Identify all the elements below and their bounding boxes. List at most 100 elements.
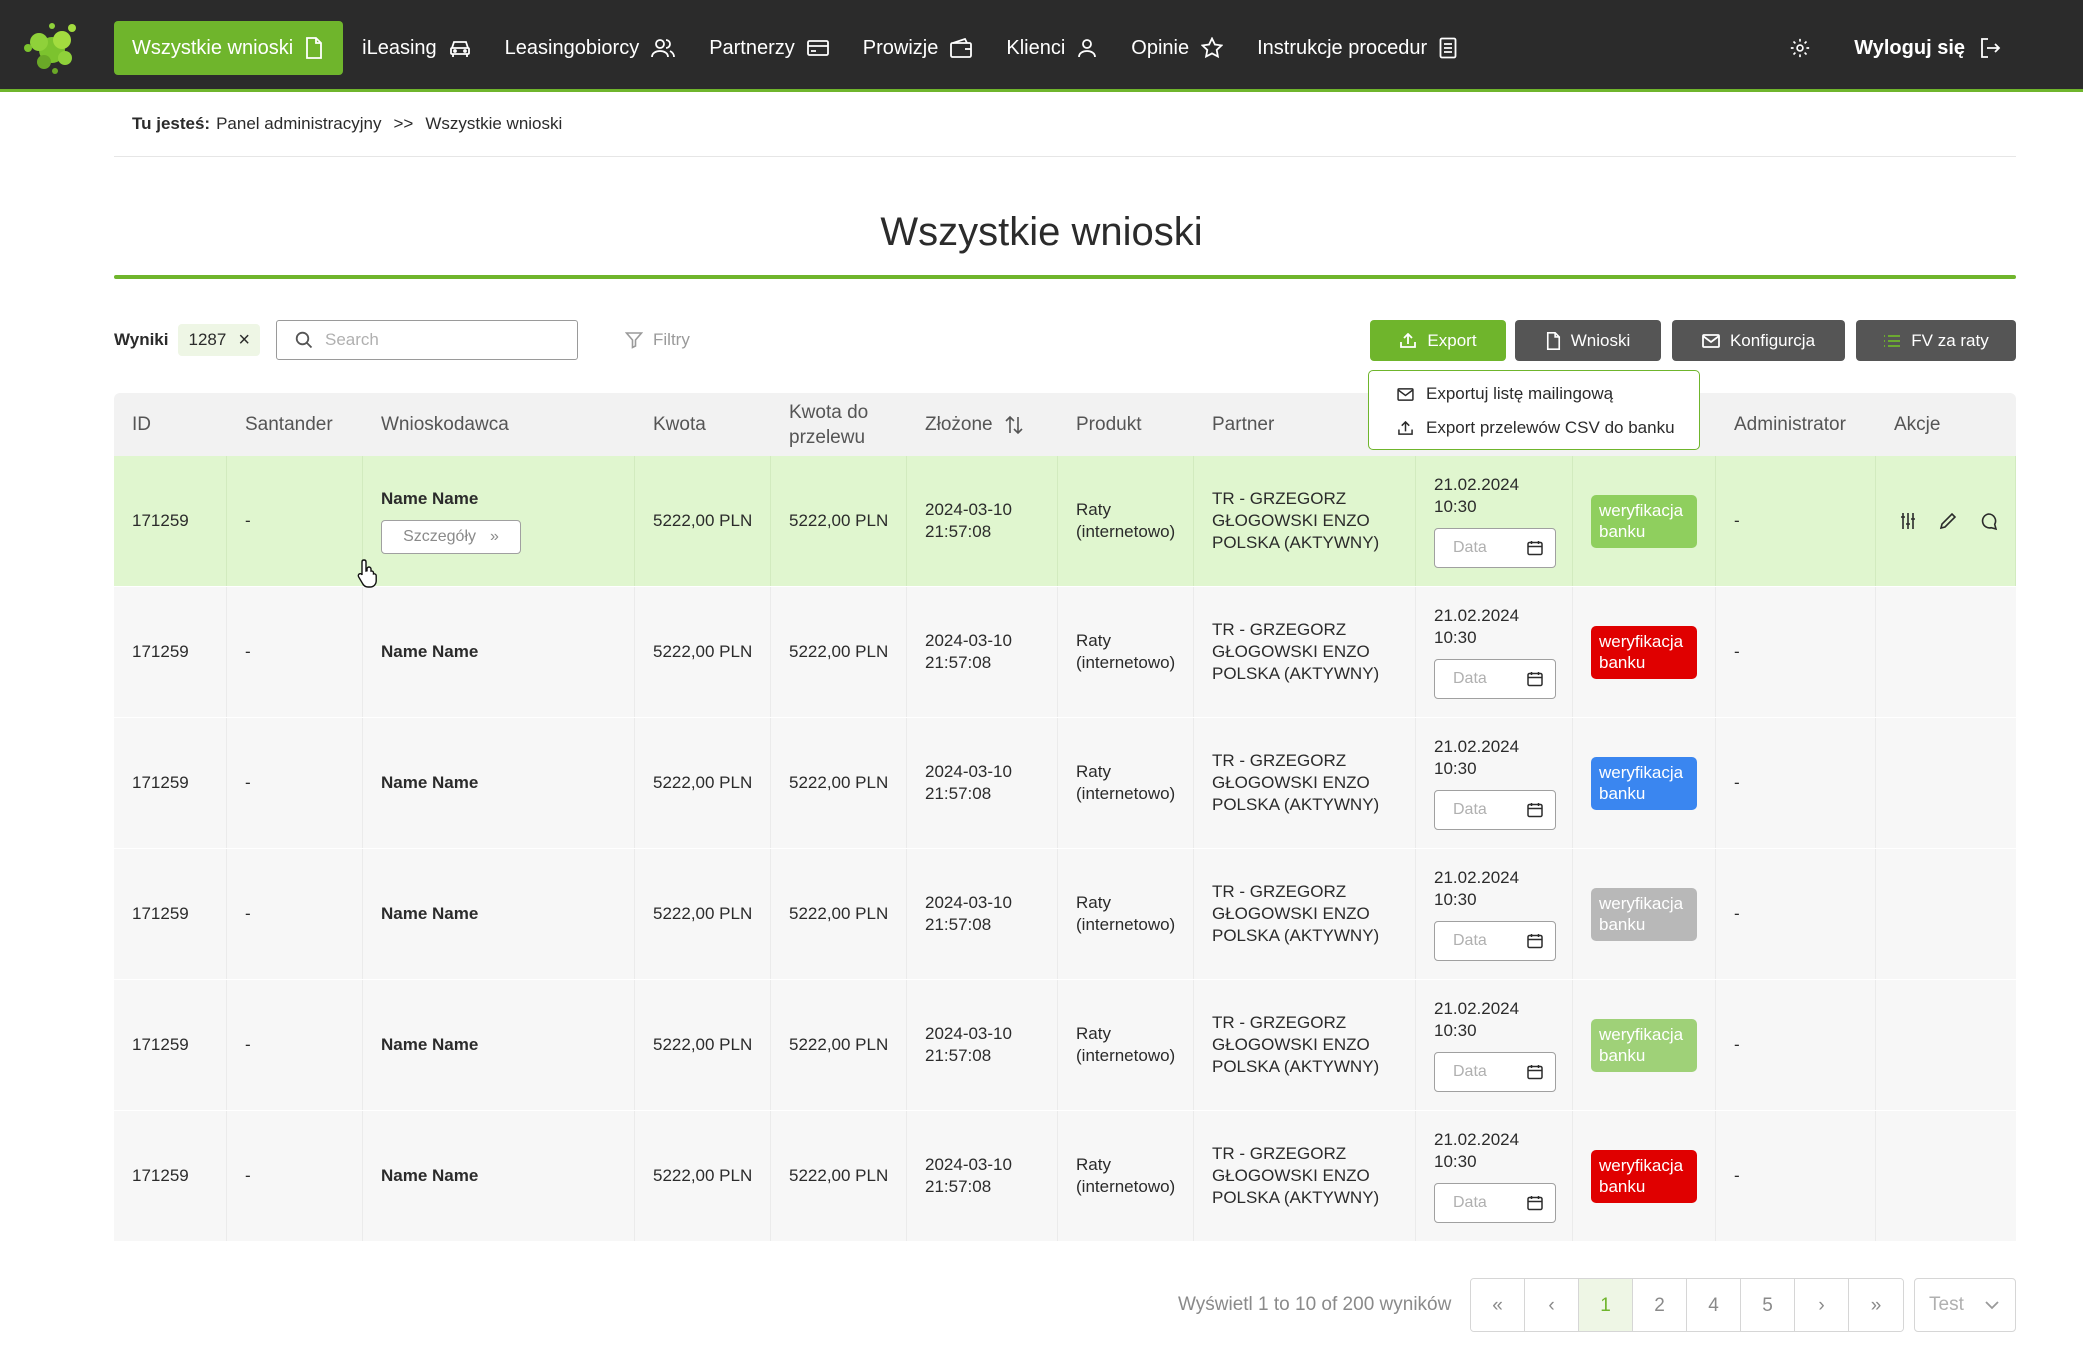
edit-icon[interactable]	[1938, 511, 1958, 531]
santander-cell: -	[227, 980, 363, 1110]
calendar-icon	[1527, 1196, 1543, 1211]
nav-item-wszystkie-wnioski[interactable]: Wszystkie wnioski	[114, 21, 344, 75]
previous-page-button[interactable]: ‹	[1525, 1279, 1579, 1331]
column-header-administrator: Administrator	[1734, 414, 1846, 435]
page-button[interactable]: 5	[1741, 1279, 1795, 1331]
product-channel: (internetowo)	[1076, 653, 1176, 672]
status-badge[interactable]: weryfikacja banku	[1591, 625, 1697, 679]
date-picker-input[interactable]: Data	[1434, 1183, 1556, 1223]
nav-item-ileasing[interactable]: iLeasing	[345, 21, 488, 75]
table-row[interactable]: 171259 - Name Name 5222,00 PLN 5222,00 P…	[114, 587, 2016, 718]
administrator-cell: -	[1716, 456, 1876, 586]
id-cell: 171259	[114, 456, 227, 586]
date-picker-input[interactable]: Data	[1434, 528, 1556, 568]
search-field[interactable]	[276, 320, 578, 360]
applicant-cell: Name Name Szczegóły »	[363, 456, 635, 586]
nav-item-label: Leasingobiorcy	[504, 36, 640, 59]
date-picker-input[interactable]: Data	[1434, 921, 1556, 961]
submitted-cell: 2024-03-10 21:57:08	[907, 849, 1058, 979]
breadcrumb-divider	[114, 156, 2016, 157]
nav-item-label: Opinie	[1131, 36, 1190, 59]
status-badge[interactable]: weryfikacja banku	[1591, 494, 1697, 548]
fv-za-raty-button[interactable]: FV za raty	[1856, 320, 2016, 361]
export-button[interactable]: Export	[1370, 320, 1506, 361]
product-cell: Raty (internetowo)	[1058, 1111, 1194, 1241]
adjust-icon[interactable]	[1898, 511, 1918, 531]
logout-button[interactable]: Wyloguj się	[1854, 37, 2001, 60]
calendar-icon	[1527, 934, 1543, 949]
product-name: Raty	[1076, 762, 1111, 781]
filters-button[interactable]: Filtry	[625, 320, 690, 360]
transfer-amount-cell: 5222,00 PLN	[771, 849, 907, 979]
comment-icon[interactable]	[1978, 511, 1998, 531]
page-button[interactable]: 1	[1579, 1279, 1633, 1331]
transfer-amount-cell: 5222,00 PLN	[771, 456, 907, 586]
table-row[interactable]: 171259 - Name Name 5222,00 PLN 5222,00 P…	[114, 718, 2016, 849]
status-cell: weryfikacja banku	[1573, 1111, 1716, 1241]
last-page-button[interactable]: »	[1849, 1279, 1903, 1331]
search-input[interactable]	[325, 330, 565, 350]
status-cell: weryfikacja banku	[1573, 718, 1716, 848]
mail-icon	[1702, 333, 1720, 348]
applicant-name: Name Name	[381, 642, 479, 661]
product-name: Raty	[1076, 1024, 1111, 1043]
date-picker-input[interactable]: Data	[1434, 659, 1556, 699]
page-button[interactable]: 4	[1687, 1279, 1741, 1331]
table-row[interactable]: 171259 - Name Name 5222,00 PLN 5222,00 P…	[114, 980, 2016, 1111]
double-chevron-right-icon: »	[490, 528, 499, 545]
transfer-amount-cell: 5222,00 PLN	[771, 587, 907, 717]
nav-item-opinie[interactable]: Opinie	[1114, 21, 1240, 75]
applicant-cell: Name Name	[363, 587, 635, 717]
user-icon	[1078, 39, 1097, 58]
column-header-submitted[interactable]: Złożone	[907, 393, 1058, 456]
time-value: 10:30	[1434, 1021, 1477, 1040]
submitted-date: 2024-03-10	[925, 893, 1012, 912]
nav-item-leasingobiorcy[interactable]: Leasingobiorcy	[488, 21, 693, 75]
table-row[interactable]: 171259 - Name Name Szczegóły » 5222,00 P…	[114, 456, 2016, 587]
transfer-amount-cell: 5222,00 PLN	[771, 1111, 907, 1241]
hand-cursor-icon	[357, 559, 377, 588]
table-row[interactable]: 171259 - Name Name 5222,00 PLN 5222,00 P…	[114, 849, 2016, 980]
wnioski-button[interactable]: Wnioski	[1515, 320, 1661, 361]
first-page-button[interactable]: «	[1471, 1279, 1525, 1331]
pagination: « ‹ 1 2 4 5 › »	[1470, 1278, 1904, 1332]
star-icon	[1201, 37, 1224, 59]
date-picker-input[interactable]: Data	[1434, 790, 1556, 830]
fv-za-raty-label: FV za raty	[1911, 330, 1989, 350]
konfiguracja-button[interactable]: Konfigurcja	[1672, 320, 1845, 361]
clear-results-icon[interactable]: ×	[238, 330, 250, 350]
nav-item-prowizje[interactable]: Prowizje	[846, 21, 990, 75]
actions-cell	[1876, 1111, 2016, 1241]
status-cell: weryfikacja banku	[1573, 849, 1716, 979]
breadcrumb-label: Tu jesteś:	[132, 114, 211, 133]
status-cell: weryfikacja banku	[1573, 456, 1716, 586]
document-icon	[306, 37, 323, 59]
status-badge[interactable]: weryfikacja banku	[1591, 1149, 1697, 1203]
time-value: 10:30	[1434, 628, 1477, 647]
product-cell: Raty (internetowo)	[1058, 456, 1194, 586]
product-name: Raty	[1076, 631, 1111, 650]
sort-icon[interactable]	[1005, 415, 1023, 435]
page-button[interactable]: 2	[1633, 1279, 1687, 1331]
nav-item-instrukcje-procedur[interactable]: Instrukcje procedur	[1240, 21, 1474, 75]
page-size-select[interactable]: Test	[1914, 1278, 2016, 1332]
date-picker-input[interactable]: Data	[1434, 1052, 1556, 1092]
nav-item-klienci[interactable]: Klienci	[989, 21, 1114, 75]
status-badge[interactable]: weryfikacja banku	[1591, 756, 1697, 810]
details-button[interactable]: Szczegóły »	[381, 520, 521, 554]
amount-cell: 5222,00 PLN	[635, 456, 771, 586]
next-page-button[interactable]: ›	[1795, 1279, 1849, 1331]
status-badge[interactable]: weryfikacja banku	[1591, 1018, 1697, 1072]
actions-cell	[1876, 980, 2016, 1110]
wnioski-label: Wnioski	[1570, 330, 1631, 350]
export-mailing-list-item[interactable]: Exportuj listę mailingową	[1369, 377, 1699, 411]
settings-button[interactable]	[1780, 28, 1820, 68]
table-row[interactable]: 171259 - Name Name 5222,00 PLN 5222,00 P…	[114, 1111, 2016, 1242]
breadcrumb-item-panel[interactable]: Panel administracyjny	[216, 114, 381, 134]
date-placeholder: Data	[1453, 1194, 1487, 1211]
status-badge[interactable]: weryfikacja banku	[1591, 887, 1697, 941]
logo[interactable]	[22, 18, 82, 76]
export-csv-transfers-item[interactable]: Export przelewów CSV do banku	[1369, 411, 1699, 445]
santander-cell: -	[227, 1111, 363, 1241]
nav-item-partnerzy[interactable]: Partnerzy	[692, 21, 846, 75]
